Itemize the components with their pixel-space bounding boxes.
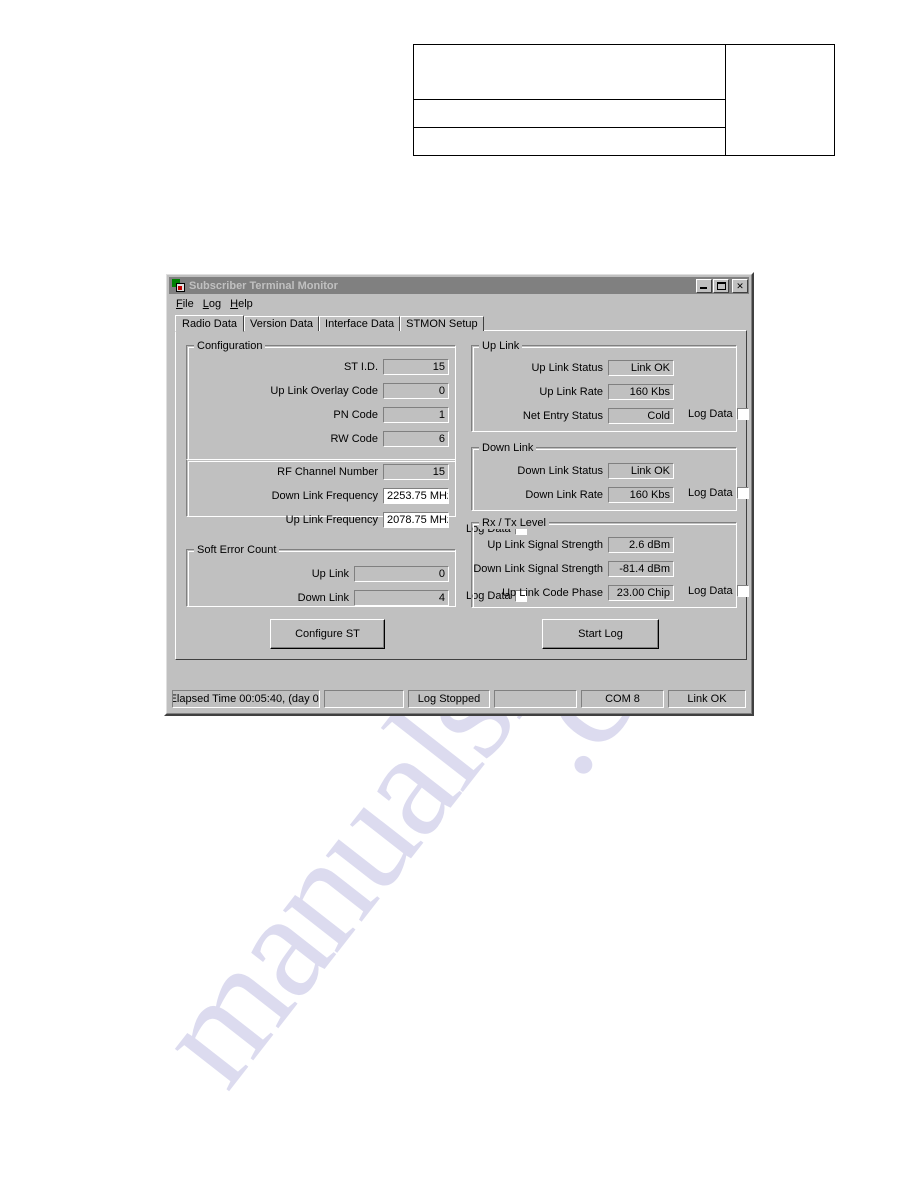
- page-header-table: [413, 44, 835, 156]
- start-log-button-label: Start Log: [578, 628, 623, 640]
- label-down-link-status: Down Link Status: [517, 465, 603, 477]
- label-down-link-frequency: Down Link Frequency: [271, 490, 378, 502]
- tab-page-radio-data: Configuration ST I.D. 15 Up Link Overlay…: [175, 330, 749, 660]
- group-soft-error-count-title: Soft Error Count: [194, 544, 280, 556]
- log-data-rx-tx-level-checkbox[interactable]: [736, 585, 749, 597]
- tab-version-data[interactable]: Version Data: [244, 316, 320, 331]
- window-controls: ✕: [695, 278, 748, 293]
- window-title-bar[interactable]: Subscriber Terminal Monitor ✕: [169, 277, 749, 294]
- field-down-link-rate[interactable]: 160 Kbs: [608, 487, 674, 503]
- group-rx-tx-level-title: Rx / Tx Level: [479, 517, 549, 529]
- status-panel-blank-1: [324, 690, 404, 708]
- tab-strip: Radio Data Version Data Interface Data S…: [175, 315, 484, 332]
- header-table-cell-r2c1: [413, 99, 726, 128]
- group-soft-error-count: Soft Error Count Up Link 0 Down Link 4: [186, 544, 456, 607]
- close-icon[interactable]: ✕: [732, 278, 748, 293]
- configure-st-button-label: Configure ST: [295, 628, 360, 640]
- label-up-link-code-phase: Up Link Code Phase: [502, 587, 603, 599]
- log-data-down-link[interactable]: Log Data: [688, 487, 749, 499]
- group-up-link-title: Up Link: [479, 340, 523, 352]
- maximize-button[interactable]: [713, 278, 729, 293]
- label-soft-error-up-link: Up Link: [311, 568, 349, 580]
- status-panel-blank-2: [494, 690, 577, 708]
- subscriber-terminal-monitor-window: Subscriber Terminal Monitor ✕ FFileile L…: [164, 272, 754, 716]
- menu-item-help[interactable]: HHelpelp: [230, 298, 253, 310]
- group-up-link: Up Link Up Link Status Link OK Up Link R…: [471, 340, 749, 432]
- log-data-down-link-checkbox[interactable]: [736, 487, 749, 499]
- field-st-id[interactable]: 15: [383, 359, 449, 375]
- group-configuration-lower: RF Channel Number 15 Down Link Frequency…: [186, 460, 456, 528]
- label-down-link-signal-strength: Down Link Signal Strength: [473, 563, 603, 575]
- field-rw-code[interactable]: 6: [383, 431, 449, 447]
- label-up-link-rate: Up Link Rate: [539, 386, 603, 398]
- field-down-link-frequency[interactable]: 2253.75 MHz: [383, 488, 449, 504]
- field-up-link-overlay-code[interactable]: 0: [383, 383, 449, 399]
- label-soft-error-down-link: Down Link: [297, 592, 349, 604]
- field-soft-error-up-link[interactable]: 0: [354, 566, 449, 582]
- label-up-link-status: Up Link Status: [531, 362, 603, 374]
- field-up-link-status[interactable]: Link OK: [608, 360, 674, 376]
- status-panel-com-port: COM 8: [581, 690, 664, 708]
- status-bar: Elapsed Time 00:05:40, (day 0) Log Stopp…: [172, 690, 746, 708]
- field-up-link-signal-strength[interactable]: 2.6 dBm: [608, 537, 674, 553]
- start-log-button[interactable]: Start Log: [542, 619, 659, 649]
- log-data-rx-tx-level[interactable]: Log Data: [688, 585, 749, 597]
- label-net-entry-status: Net Entry Status: [522, 410, 603, 422]
- menu-item-log[interactable]: LLogog: [203, 298, 221, 310]
- configure-st-button[interactable]: Configure ST: [270, 619, 385, 649]
- field-rf-channel-number[interactable]: 15: [383, 464, 449, 480]
- header-table-cell-r3c1: [413, 127, 726, 156]
- field-up-link-frequency[interactable]: 2078.75 MHz: [383, 512, 449, 528]
- tab-stmon-setup[interactable]: STMON Setup: [400, 316, 484, 331]
- window-title: Subscriber Terminal Monitor: [189, 279, 338, 292]
- tab-radio-data[interactable]: Radio Data: [175, 315, 245, 332]
- field-down-link-signal-strength[interactable]: -81.4 dBm: [608, 561, 674, 577]
- minimize-button[interactable]: [696, 278, 712, 293]
- field-pn-code[interactable]: 1: [383, 407, 449, 423]
- status-panel-elapsed-time: Elapsed Time 00:05:40, (day 0): [172, 690, 320, 708]
- group-configuration-title: Configuration: [194, 340, 266, 352]
- label-down-link-rate: Down Link Rate: [525, 489, 603, 501]
- label-up-link-frequency: Up Link Frequency: [285, 514, 378, 526]
- label-st-id: ST I.D.: [343, 361, 378, 373]
- field-net-entry-status[interactable]: Cold: [608, 408, 674, 424]
- label-rf-channel-number: RF Channel Number: [277, 466, 378, 478]
- log-data-down-link-label: Log Data: [688, 487, 733, 499]
- status-panel-log-state: Log Stopped: [408, 690, 490, 708]
- group-rx-tx-level: Rx / Tx Level Up Link Signal Strength 2.…: [471, 517, 749, 608]
- menu-item-file[interactable]: FFileile: [176, 298, 194, 310]
- label-up-link-overlay-code: Up Link Overlay Code: [270, 385, 378, 397]
- log-data-up-link-label: Log Data: [688, 408, 733, 420]
- label-up-link-signal-strength: Up Link Signal Strength: [487, 539, 603, 551]
- group-down-link: Down Link Down Link Status Link OK Down …: [471, 442, 749, 511]
- app-monitor-icon: [172, 278, 186, 293]
- field-soft-error-down-link[interactable]: 4: [354, 590, 449, 606]
- log-data-rx-tx-level-label: Log Data: [688, 585, 733, 597]
- menu-bar: FFileile LLogog HHelpelp: [170, 296, 748, 312]
- label-rw-code: RW Code: [330, 433, 378, 445]
- header-table-left-column: [413, 44, 726, 156]
- group-down-link-title: Down Link: [479, 442, 537, 454]
- header-table-cell-r1c1: [413, 44, 726, 100]
- field-down-link-status[interactable]: Link OK: [608, 463, 674, 479]
- field-up-link-code-phase[interactable]: 23.00 Chip: [608, 585, 674, 601]
- header-table-cell-right: [725, 44, 835, 156]
- tab-interface-data[interactable]: Interface Data: [319, 316, 401, 331]
- group-configuration: Configuration ST I.D. 15 Up Link Overlay…: [186, 340, 456, 460]
- label-pn-code: PN Code: [333, 409, 378, 421]
- log-data-up-link[interactable]: Log Data: [688, 408, 749, 420]
- window-inner-frame: Subscriber Terminal Monitor ✕ FFileile L…: [166, 274, 752, 714]
- log-data-up-link-checkbox[interactable]: [736, 408, 749, 420]
- status-panel-link-status: Link OK: [668, 690, 746, 708]
- field-up-link-rate[interactable]: 160 Kbs: [608, 384, 674, 400]
